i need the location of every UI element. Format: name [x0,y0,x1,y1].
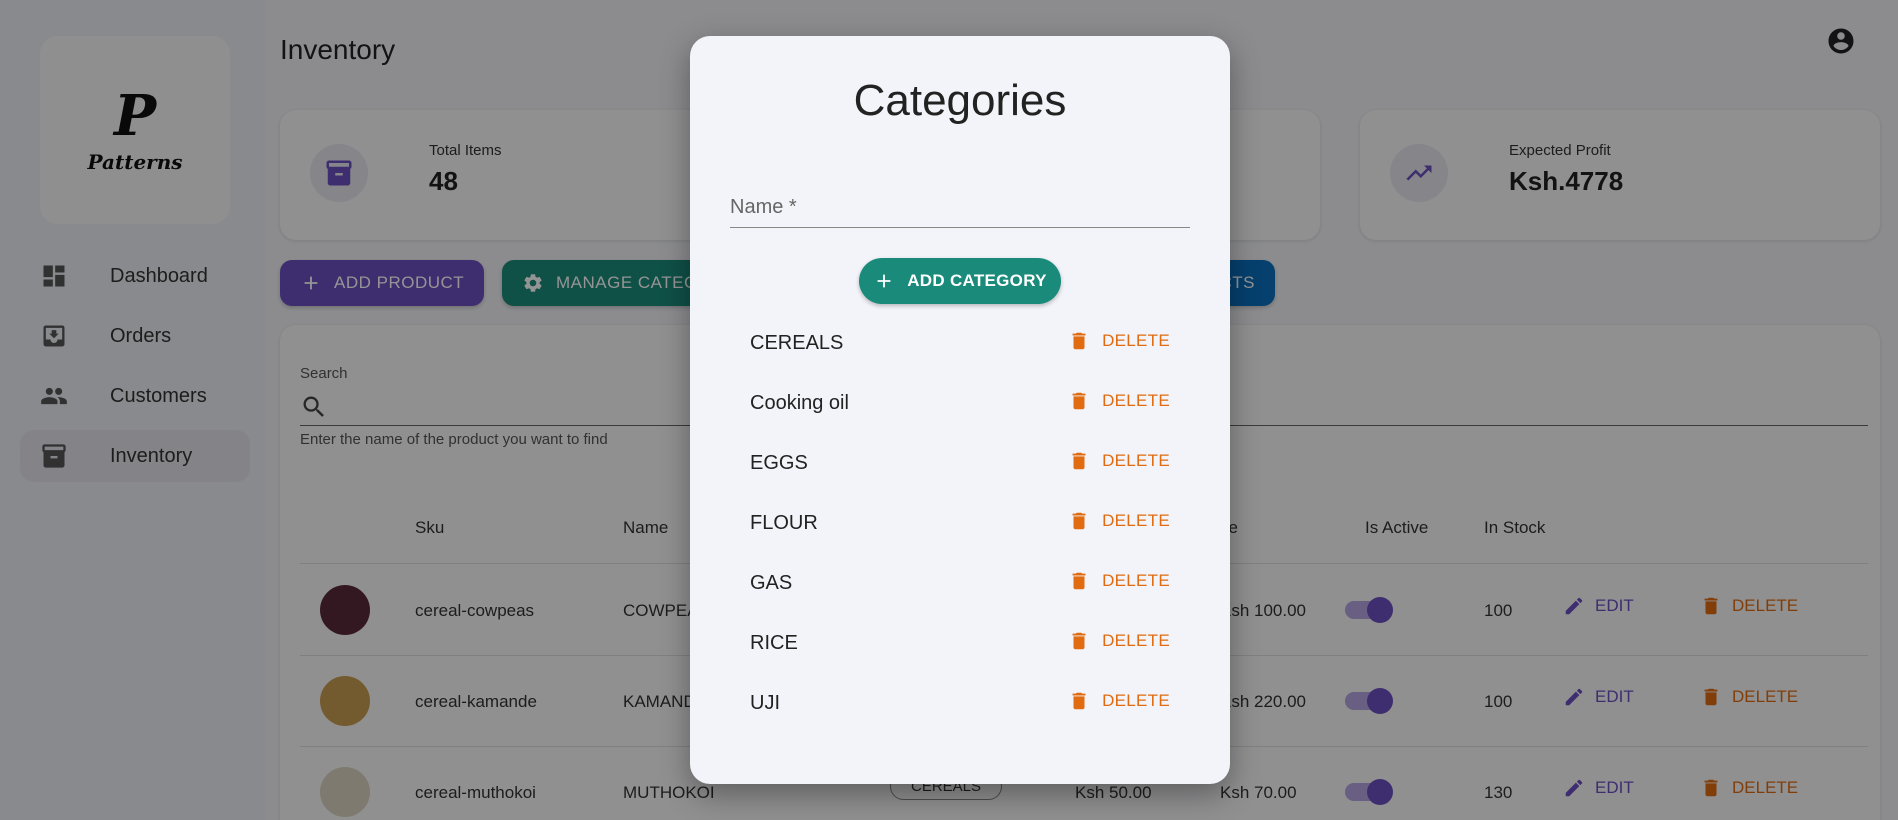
category-item: UJI DELETE [750,684,1170,724]
delete-label: DELETE [1102,631,1170,650]
category-item: CEREALS DELETE [750,324,1170,364]
category-item: FLOUR DELETE [750,504,1170,544]
delete-category-button[interactable]: DELETE [1068,570,1170,592]
trash-icon [1072,332,1086,350]
category-item: GAS DELETE [750,564,1170,604]
trash-icon [1072,632,1086,650]
add-category-button[interactable]: ADD CATEGORY [859,258,1061,304]
category-name-field[interactable] [730,188,1190,228]
category-item: EGGS DELETE [750,444,1170,484]
delete-label: DELETE [1102,691,1170,710]
delete-label: DELETE [1102,511,1170,530]
category-name: RICE [750,632,798,654]
delete-category-button[interactable]: DELETE [1068,330,1170,352]
delete-label: DELETE [1102,391,1170,410]
dialog-title: Categories [853,76,1067,125]
category-name: GAS [750,572,793,594]
category-item: Cooking oil DELETE [750,384,1170,424]
trash-icon [1072,692,1086,710]
delete-label: DELETE [1102,331,1170,350]
trash-icon [1072,452,1086,470]
trash-icon [1072,392,1086,410]
trash-icon [1072,572,1086,590]
trash-icon [1072,512,1086,530]
add-category-label: ADD CATEGORY [907,271,1047,290]
category-item: RICE DELETE [750,624,1170,664]
delete-category-button[interactable]: DELETE [1068,630,1170,652]
delete-category-button[interactable]: DELETE [1068,390,1170,412]
categories-dialog: Categories ADD CATEGORY CEREALS DELETE C… [690,36,1230,784]
delete-label: DELETE [1102,571,1170,590]
delete-category-button[interactable]: DELETE [1068,450,1170,472]
category-name: FLOUR [750,512,818,534]
plus-icon [877,274,891,288]
category-name: Cooking oil [750,392,849,414]
category-name: UJI [750,692,780,714]
delete-category-button[interactable]: DELETE [1068,690,1170,712]
delete-label: DELETE [1102,451,1170,470]
delete-category-button[interactable]: DELETE [1068,510,1170,532]
category-name: EGGS [750,452,808,474]
category-name: CEREALS [750,332,844,354]
